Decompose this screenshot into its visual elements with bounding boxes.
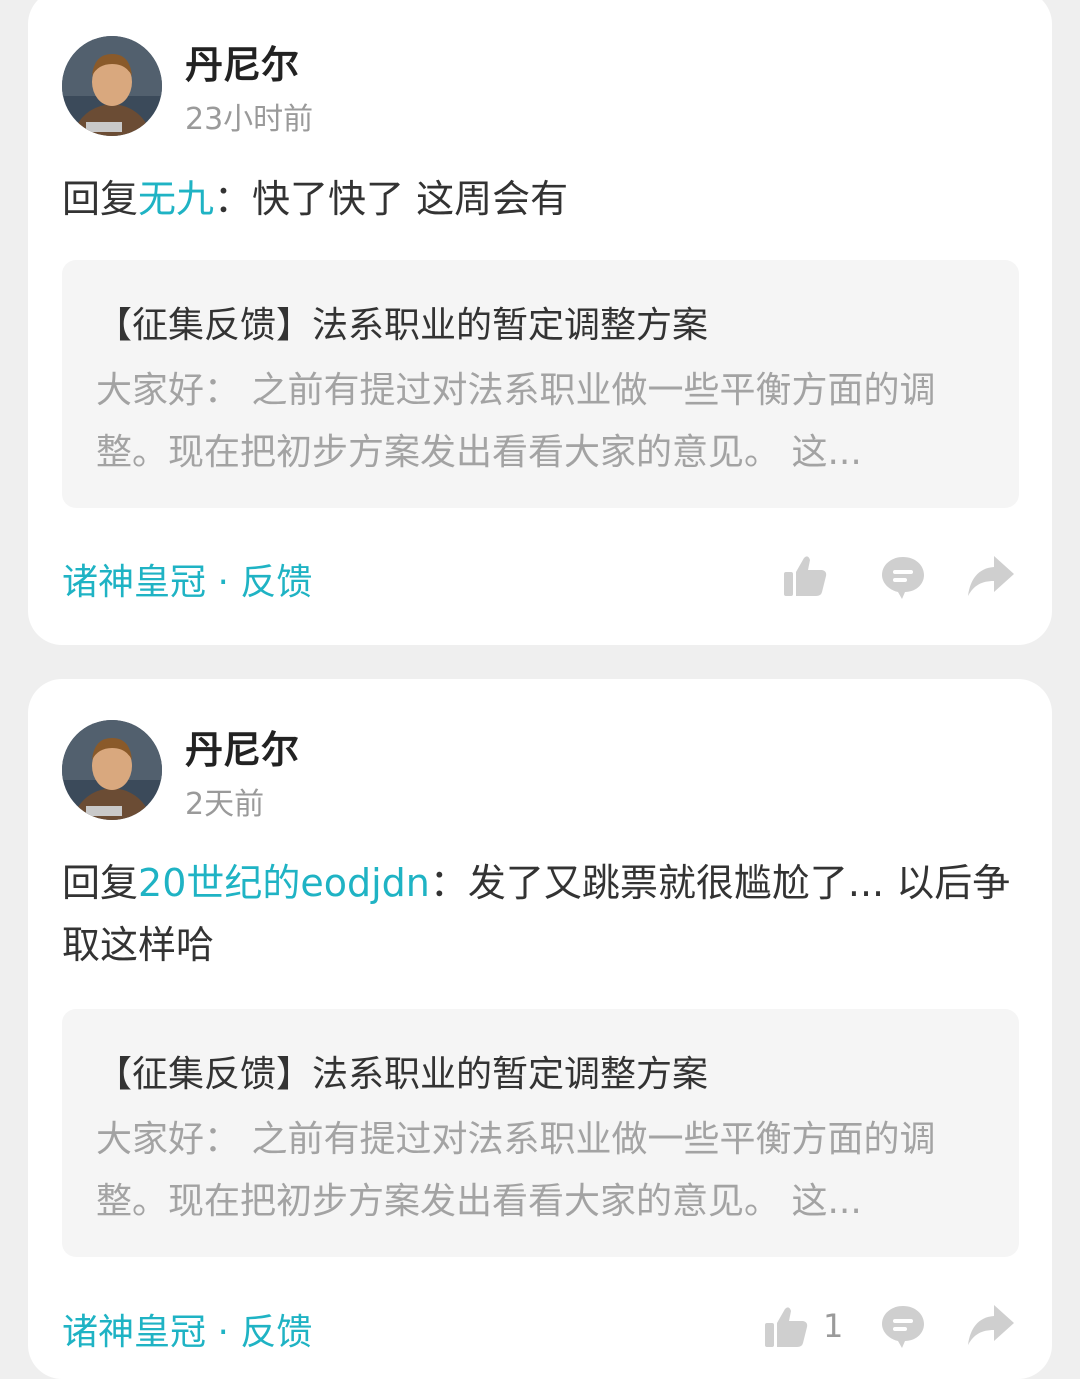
post-card[interactable]: 丹尼尔 2天前 回复20世纪的eodjdn：发了又跳票就很尴尬了... 以后争取… [28, 679, 1052, 1379]
share-icon[interactable] [966, 1303, 1016, 1353]
quoted-post[interactable]: 【征集反馈】法系职业的暂定调整方案 大家好： 之前有提过对法系职业做一些平衡方面… [62, 260, 1019, 508]
comment-icon[interactable] [880, 1303, 926, 1353]
reply-prefix: 回复 [62, 177, 139, 221]
post-time: 23小时前 [185, 102, 314, 137]
author-name[interactable]: 丹尼尔 [185, 719, 299, 774]
forum-source-link[interactable]: 诸神皇冠 · 反馈 [62, 553, 312, 605]
avatar[interactable] [62, 720, 162, 820]
post-card[interactable]: 丹尼尔 23小时前 回复无九：快了快了 这周会有 【征集反馈】法系职业的暂定调整… [28, 0, 1052, 645]
thumbs-up-icon[interactable] [763, 1303, 809, 1353]
thumbs-up-icon[interactable] [782, 552, 828, 602]
mention-link[interactable]: 无九 [138, 177, 214, 221]
reply-content: ：快了快了 这周会有 [214, 177, 569, 221]
quoted-post[interactable]: 【征集反馈】法系职业的暂定调整方案 大家好： 之前有提过对法系职业做一些平衡方面… [62, 1009, 1019, 1257]
quoted-post-title: 【征集反馈】法系职业的暂定调整方案 [96, 305, 709, 346]
comment-icon[interactable] [880, 554, 926, 604]
quoted-post-excerpt: 大家好： 之前有提过对法系职业做一些平衡方面的调整。现在把初步方案发出看看大家的… [96, 370, 936, 473]
author-name[interactable]: 丹尼尔 [185, 34, 299, 89]
forum-source-link[interactable]: 诸神皇冠 · 反馈 [62, 1303, 312, 1355]
mention-link[interactable]: 20世纪的eodjdn [138, 861, 430, 905]
avatar[interactable] [62, 36, 162, 136]
reply-prefix: 回复 [62, 861, 139, 905]
like-count: 1 [823, 1307, 844, 1345]
quoted-post-title: 【征集反馈】法系职业的暂定调整方案 [96, 1054, 709, 1095]
reply-text: 回复无九：快了快了 这周会有 [62, 168, 1022, 230]
reply-text: 回复20世纪的eodjdn：发了又跳票就很尴尬了... 以后争取这样哈 [62, 852, 1022, 976]
quoted-post-excerpt: 大家好： 之前有提过对法系职业做一些平衡方面的调整。现在把初步方案发出看看大家的… [96, 1119, 936, 1222]
post-time: 2天前 [185, 787, 265, 822]
share-icon[interactable] [966, 554, 1016, 604]
